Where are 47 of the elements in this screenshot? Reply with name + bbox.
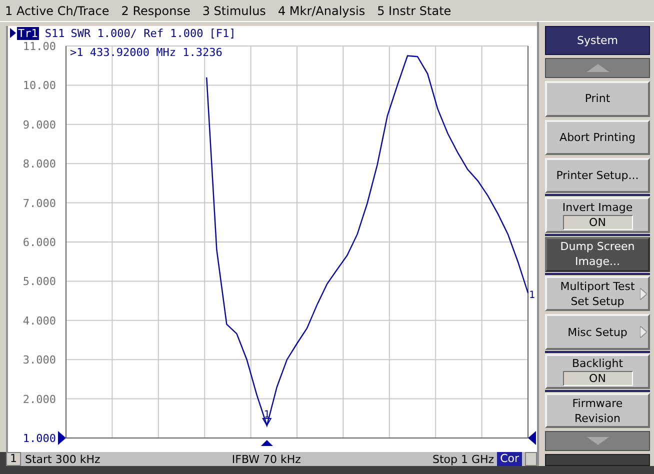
marker-flag: 1 [262, 409, 272, 426]
y-axis-label: 11.00 [22, 40, 56, 53]
scroll-down-button[interactable] [545, 431, 650, 452]
scroll-up-button[interactable] [545, 58, 650, 78]
up-arrow-icon [586, 64, 608, 72]
y-axis-label: 10.00 [22, 79, 56, 92]
marker-position-icon [260, 440, 273, 446]
stop-frequency: Stop 1 GHz [432, 452, 494, 466]
trace-parameter: S11 [44, 26, 65, 40]
y-axis-label: 4.000 [22, 314, 56, 328]
y-axis-label: 6.000 [22, 236, 56, 249]
softkey-button[interactable]: Print [545, 81, 650, 117]
menu-item[interactable]: 4 Mkr/Analysis [276, 4, 366, 18]
softkey-button[interactable]: Printer Setup... [545, 158, 650, 194]
menu-item[interactable]: 5 Instr State [376, 4, 452, 18]
toggle-value: ON [562, 371, 632, 386]
submenu-arrow-icon [640, 288, 647, 300]
menu-item[interactable]: 1 Active Ch/Trace [4, 4, 110, 18]
trace-end-label: 1 [529, 290, 536, 301]
y-axis-label: 7.000 [22, 196, 56, 210]
softkey-button[interactable]: Firmware Revision [545, 393, 650, 428]
start-frequency: Start 300 kHz [24, 452, 100, 466]
y-axis-label: 8.000 [22, 158, 56, 171]
trace-window: [F1] [209, 26, 236, 40]
correction-badge: Cor [497, 452, 522, 466]
channel-number: 1 [6, 452, 21, 466]
menu-item[interactable]: 2 Response [120, 4, 192, 18]
menu-title: System [545, 26, 650, 56]
softkey-button[interactable]: Invert Image ON [545, 197, 650, 233]
y-axis-label: 3.000 [22, 354, 56, 367]
down-arrow-icon [586, 437, 608, 446]
reference-level-icon [58, 431, 66, 445]
softkey-button[interactable]: Dump Screen Image... [545, 236, 650, 272]
y-axis-label: 1.000 [22, 432, 56, 445]
softkey-button[interactable]: Misc Setup [545, 314, 650, 350]
softkey-button[interactable]: Multiport Test Set Setup [545, 276, 650, 312]
submenu-arrow-icon [640, 326, 647, 338]
softkey-button[interactable]: Backlight ON [545, 354, 650, 390]
y-axis-label: 2.000 [22, 392, 56, 406]
softkey-button[interactable]: Abort Printing [545, 120, 650, 155]
y-axis-label: 5.000 [22, 275, 56, 288]
if-bandwidth: IFBW 70 kHz [230, 452, 302, 466]
trace-format: SWR 1.000/ Ref 1.000 [70, 26, 204, 40]
marker-readout: >1 433.92000 MHz 1.3236 [70, 46, 222, 59]
toggle-value: ON [562, 214, 632, 230]
y-axis-label: 9.000 [22, 118, 56, 132]
menu-item[interactable]: 3 Stimulus [201, 4, 267, 18]
